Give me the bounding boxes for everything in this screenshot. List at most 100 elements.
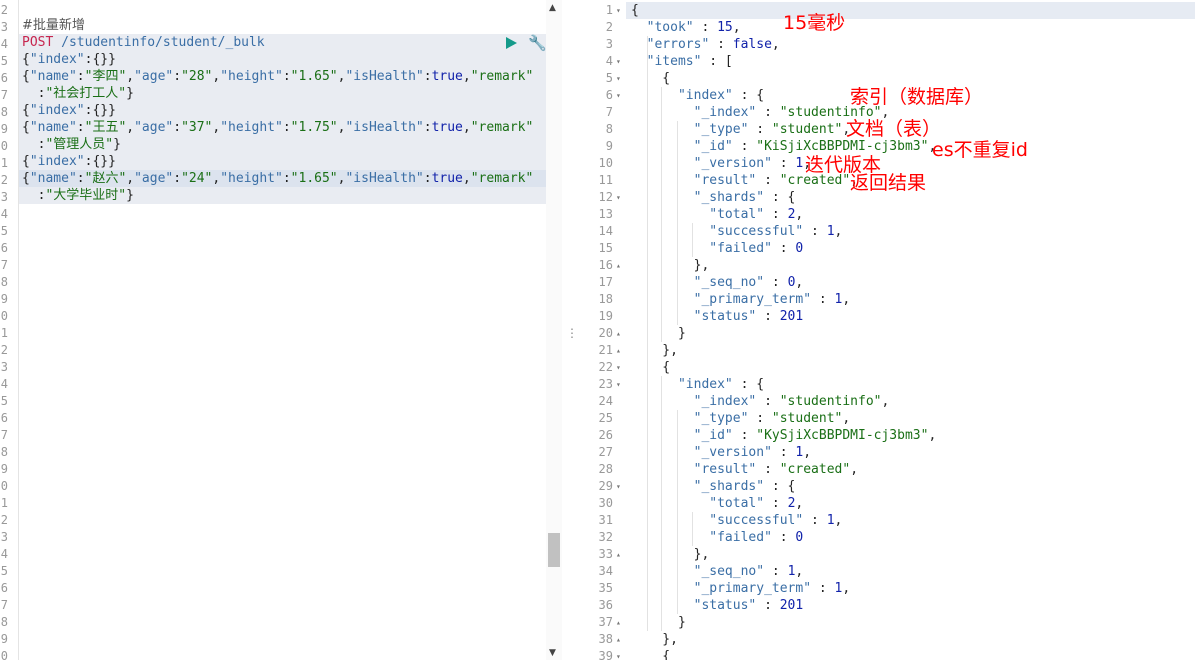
fold-close-icon[interactable]: ▴: [616, 546, 621, 563]
line-number: 1: [0, 156, 8, 170]
request-body-line: {"name":"王五","age":"37","height":"1.75",…: [22, 120, 534, 135]
line-number: 0: [0, 139, 8, 153]
annotation-took: 15毫秒: [783, 12, 846, 34]
request-body-line: {"name":"赵六","age":"24","height":"1.65",…: [22, 171, 534, 186]
line-number: 6: [605, 88, 613, 102]
line-number: 28: [598, 462, 613, 476]
annotation-type: 文档（表）: [846, 118, 942, 140]
line-number: 9: [0, 122, 8, 136]
line-number: 16: [598, 258, 613, 272]
line-number: 4: [0, 37, 8, 51]
response-gutter: 1 ▾ 2 3 4 ▾ 5 ▾ 6 ▾ 7 8 9 10 11 12 ▾ 13 14 15 16 ▴ 17 18 19 20 ▴ 21…: [577, 0, 626, 660]
fold-close-icon[interactable]: ▴: [616, 257, 621, 274]
active-line-highlight: [577, 2, 1195, 19]
line-number: 26: [598, 428, 613, 442]
response-line: },: [631, 343, 678, 358]
fold-open-icon[interactable]: ▾: [616, 359, 621, 376]
line-number: 12: [598, 190, 613, 204]
line-number: 7: [0, 258, 8, 272]
response-line: }: [631, 615, 686, 630]
line-number: 5: [0, 394, 8, 408]
response-line: "failed" : 0: [709, 530, 804, 545]
response-line: "took" : 15,: [646, 20, 741, 35]
line-number: 33: [598, 547, 613, 561]
line-number: 8: [0, 445, 8, 459]
fold-open-icon[interactable]: ▾: [616, 376, 621, 393]
request-body-line: :"大学毕业时"}: [22, 188, 134, 203]
fold-open-icon[interactable]: ▾: [616, 478, 621, 495]
response-line: "index" : {: [677, 377, 765, 392]
line-number: 7: [0, 598, 8, 612]
line-number: 8: [0, 105, 8, 119]
request-editor[interactable]: 234567890123456789012345678901234567890 …: [0, 0, 562, 660]
response-line: },: [631, 258, 710, 273]
line-number: 9: [0, 462, 8, 476]
play-icon[interactable]: [506, 37, 517, 49]
line-number: 4: [0, 377, 8, 391]
request-body-line: {"index":{}}: [22, 52, 116, 67]
line-number: 7: [0, 88, 8, 102]
line-number: 6: [0, 241, 8, 255]
scroll-up-icon[interactable]: ▲: [549, 3, 556, 13]
response-line: "_seq_no" : 0,: [693, 275, 804, 290]
response-line: "_primary_term" : 1,: [693, 581, 851, 596]
response-line: "_type" : "student",: [693, 122, 851, 137]
drag-handle-icon[interactable]: ⋮: [566, 326, 578, 340]
line-number: 1: [0, 496, 8, 510]
fold-open-icon[interactable]: ▾: [616, 2, 621, 19]
line-number: 38: [598, 632, 613, 646]
line-number: 10: [598, 156, 613, 170]
response-line: "successful" : 1,: [709, 513, 843, 528]
fold-close-icon[interactable]: ▴: [616, 325, 621, 342]
fold-open-icon[interactable]: ▾: [616, 87, 621, 104]
annotation-id: es不重复id: [932, 139, 1028, 161]
fold-close-icon[interactable]: ▴: [616, 631, 621, 648]
response-line: "_shards" : {: [693, 190, 796, 205]
request-comment: #批量新增: [22, 18, 85, 33]
fold-close-icon[interactable]: ▴: [616, 614, 621, 631]
response-line: "_seq_no" : 1,: [693, 564, 804, 579]
request-scrollbar[interactable]: ▲ ▼: [546, 0, 562, 660]
line-number: 22: [598, 360, 613, 374]
line-number: 6: [0, 71, 8, 85]
response-line: "_version" : 1,: [693, 156, 812, 171]
request-line: POST /studentinfo/student/_bulk: [22, 35, 265, 50]
line-number: 31: [598, 513, 613, 527]
fold-open-icon[interactable]: ▾: [616, 189, 621, 206]
fold-close-icon[interactable]: ▴: [616, 342, 621, 359]
line-number: 5: [605, 71, 613, 85]
line-number: 6: [0, 581, 8, 595]
fold-open-icon[interactable]: ▾: [616, 53, 621, 70]
line-number: 15: [598, 241, 613, 255]
line-number: 8: [0, 615, 8, 629]
scroll-thumb[interactable]: [548, 533, 560, 567]
response-line: },: [631, 547, 710, 562]
response-line: }: [631, 326, 686, 341]
line-number: 37: [598, 615, 613, 629]
response-line: "items" : [: [646, 54, 733, 69]
response-line: "total" : 2,: [709, 207, 804, 222]
response-line: "errors" : false,: [646, 37, 780, 52]
line-number: 9: [0, 292, 8, 306]
response-line: {: [631, 71, 671, 86]
pane-splitter[interactable]: ⋮: [562, 0, 578, 660]
line-number: 5: [0, 54, 8, 68]
line-number: 0: [0, 649, 8, 660]
line-number: 1: [605, 3, 613, 17]
line-number: 2: [0, 343, 8, 357]
line-number: 4: [0, 547, 8, 561]
line-number: 5: [0, 564, 8, 578]
response-line: "_primary_term" : 1,: [693, 292, 851, 307]
request-body-line: :"管理人员"}: [22, 137, 121, 152]
response-line: "successful" : 1,: [709, 224, 843, 239]
scroll-down-icon[interactable]: ▼: [549, 648, 556, 658]
line-number: 18: [598, 292, 613, 306]
line-number: 3: [0, 20, 8, 34]
response-line: "_index" : "studentinfo",: [693, 394, 890, 409]
line-number: 5: [0, 224, 8, 238]
fold-open-icon[interactable]: ▾: [616, 648, 621, 660]
fold-open-icon[interactable]: ▾: [616, 70, 621, 87]
wrench-icon[interactable]: 🔧: [528, 34, 547, 52]
line-number: 35: [598, 581, 613, 595]
line-number: 8: [605, 122, 613, 136]
